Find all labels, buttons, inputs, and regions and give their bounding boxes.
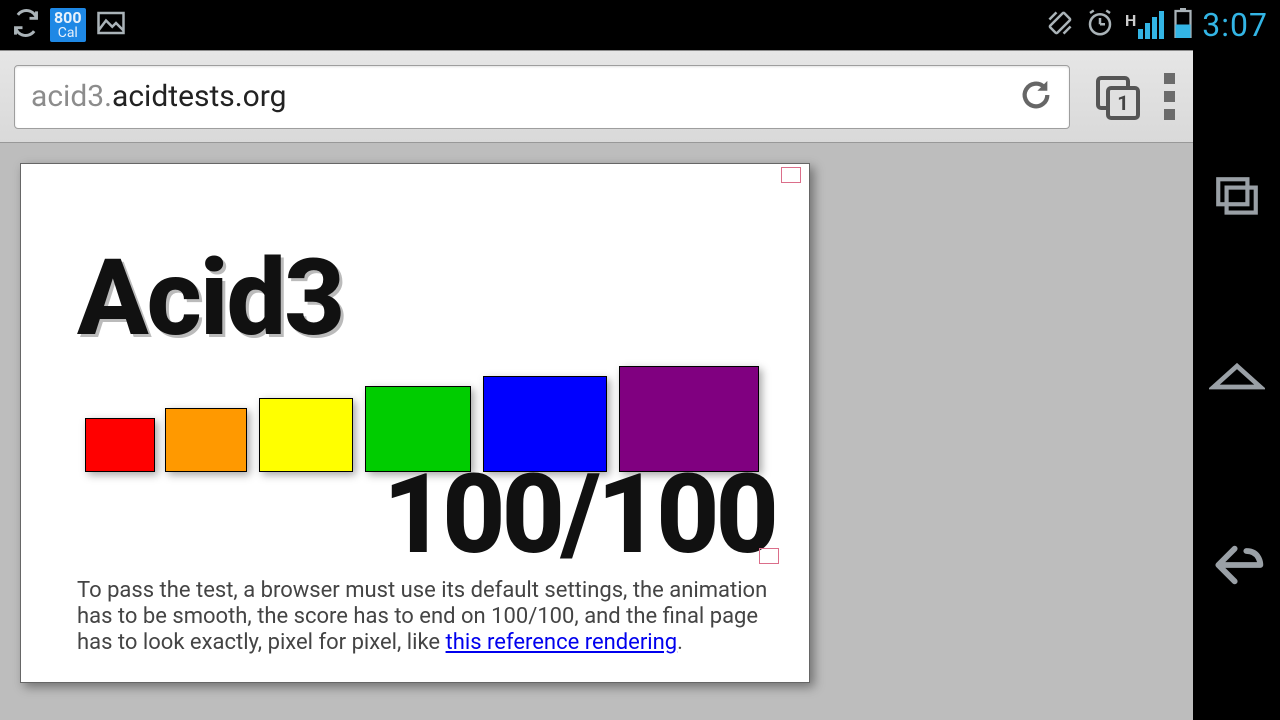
reload-icon[interactable] [1019,78,1053,116]
battery-icon [1174,8,1192,42]
tab-count: 1 [1106,86,1140,120]
description-tail: . [677,630,683,655]
acid3-card: Acid3 100/100 To pass the test, a browse… [20,163,810,683]
menu-button[interactable] [1164,73,1175,120]
back-button[interactable] [1209,537,1265,597]
calories-number: 800 [54,10,82,26]
reference-link[interactable]: this reference rendering [446,630,678,655]
browser-window: acid3.acidtests.org 1 Acid3 100 [0,50,1193,720]
score: 100/100 [383,450,775,579]
sync-icon [12,9,40,41]
clock: 3:07 [1202,6,1268,44]
page-viewport[interactable]: Acid3 100/100 To pass the test, a browse… [0,143,1193,720]
description: To pass the test, a browser must use its… [77,578,769,656]
gallery-icon [96,8,126,42]
network-type: H [1125,11,1136,30]
box-yellow [259,398,353,472]
url-bar[interactable]: acid3.acidtests.org [14,65,1070,129]
recents-button[interactable] [1212,173,1262,227]
home-button[interactable] [1209,352,1265,412]
corner-box-right [759,548,779,564]
system-nav-bar [1193,50,1280,720]
url-domain: acidtests.org [112,79,287,114]
signal-icon: H [1125,11,1164,39]
tabs-button[interactable]: 1 [1096,76,1138,118]
box-red [85,418,155,472]
calories-badge: 800 Cal [50,8,86,42]
alarm-icon [1085,8,1115,42]
url-subdomain: acid3. [31,79,112,114]
status-bar: 800 Cal H 3:07 [0,0,1280,50]
vibrate-icon [1045,8,1075,42]
corner-box-top [781,167,801,183]
calories-label: Cal [54,26,82,40]
color-boxes [85,312,785,472]
box-orange [165,408,247,472]
browser-toolbar: acid3.acidtests.org 1 [0,51,1193,143]
